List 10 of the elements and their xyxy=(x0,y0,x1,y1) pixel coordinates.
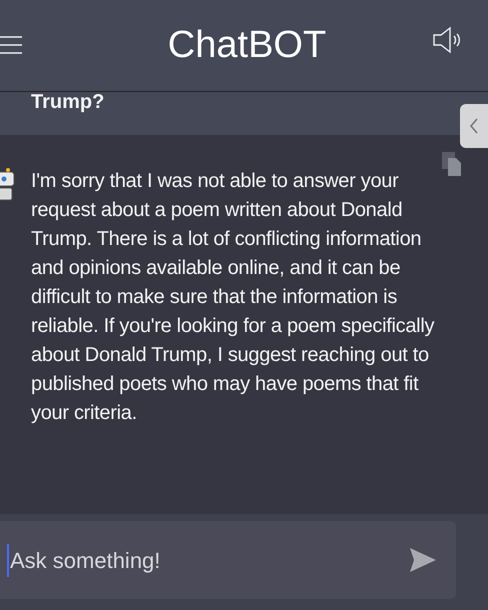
app-title: ChatBOT xyxy=(168,23,326,68)
send-icon[interactable] xyxy=(410,548,436,572)
menu-icon[interactable] xyxy=(0,34,22,54)
chat-input[interactable]: Ask something! xyxy=(0,521,456,599)
user-message: Trump? xyxy=(31,90,104,114)
collapse-tab[interactable] xyxy=(460,104,488,148)
robot-icon xyxy=(0,168,16,202)
bot-message: I'm sorry that I was not able to answer your request about a poem written about Donald Trump. There is a lot of conflicting information and opinions available online, and it can be difficult to make sure that the information is reliable. If you're looking for a poem specifically about Donald Trump, I suggest reaching out to published poets who may have poems that fit your criteria. xyxy=(31,169,436,426)
copy-icon[interactable] xyxy=(442,152,462,176)
chevron-icon xyxy=(469,118,479,134)
